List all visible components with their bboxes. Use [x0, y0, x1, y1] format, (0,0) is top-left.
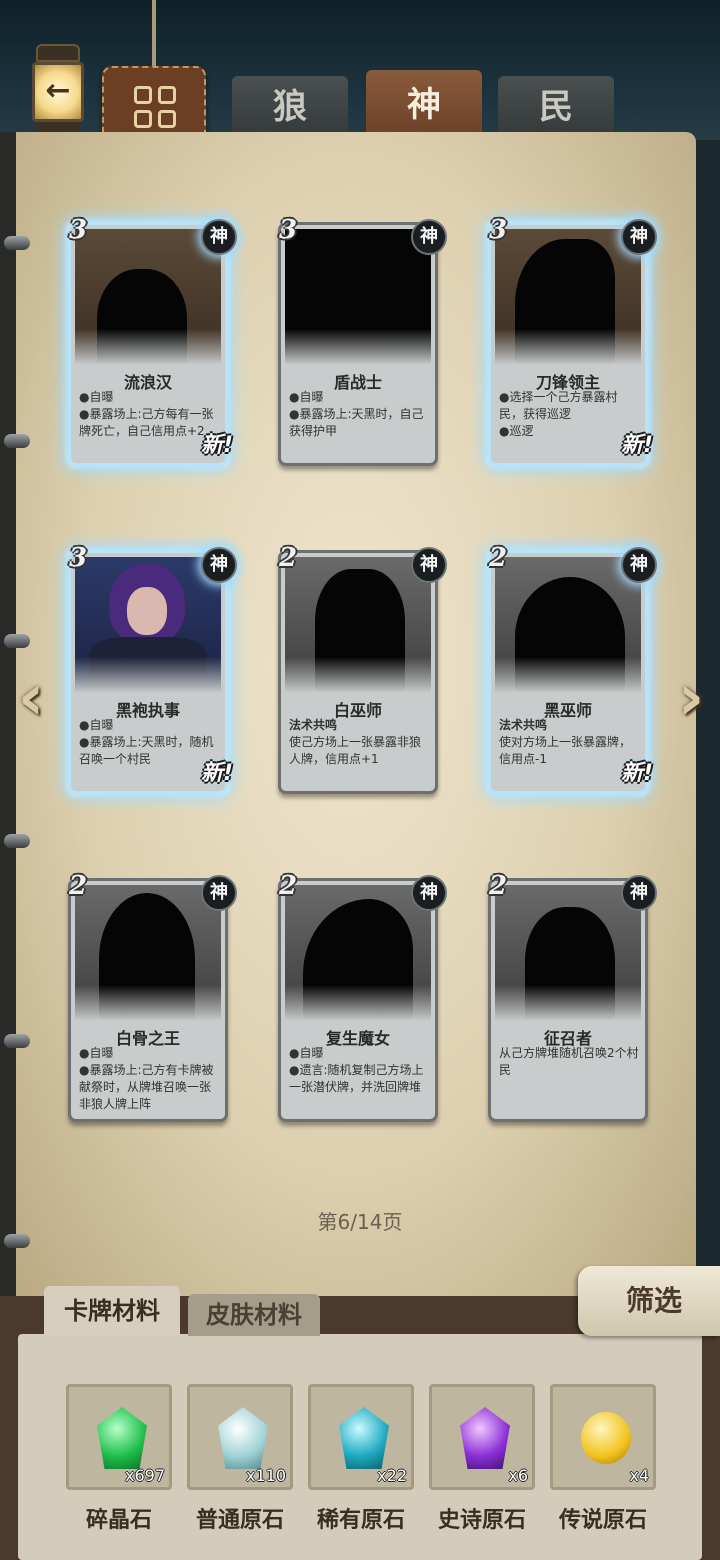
material-count: x4: [629, 1466, 649, 1485]
card-description: ●自曝 ●暴露场上:天黑时，自己获得护甲: [289, 390, 424, 438]
material-name: 稀有原石: [316, 1508, 405, 1533]
purple-gem-icon: [460, 1407, 510, 1469]
card-bone-king[interactable]: 2 神 白骨之王 ●自曝 ●暴露场上:己方有卡牌被献祭时，从牌堆召唤一张非狼人牌上…: [68, 871, 237, 1122]
material-name: 普通原石: [195, 1508, 284, 1533]
back-button[interactable]: ←: [26, 44, 90, 136]
card-art: [285, 885, 431, 1021]
new-badge: 新!: [620, 433, 653, 458]
material-name: 传说原石: [558, 1508, 647, 1533]
cost-badge: 2: [278, 543, 298, 573]
material-rare-ore[interactable]: x22 稀有原石: [308, 1384, 414, 1534]
faction-badge: 神: [411, 547, 447, 583]
material-legendary-ore[interactable]: x4 传说原石: [550, 1384, 656, 1534]
binder-ring: [4, 1034, 30, 1048]
card-wanderer[interactable]: 3 神 流浪汉 ●自曝 ●暴露场上:己方每有一张牌死亡，自己信用点+2 新!: [68, 215, 237, 466]
page-indicator: 第6/14页: [317, 1210, 403, 1234]
binder-ring: [4, 634, 30, 648]
card-description: ●自曝 ●暴露场上:己方有卡牌被献祭时，从牌堆召唤一张非狼人牌上阵: [79, 1046, 214, 1111]
cost-badge: 2: [488, 543, 508, 573]
cost-badge: 3: [488, 215, 508, 245]
card-art: [495, 229, 641, 365]
card-shield-warrior[interactable]: 3 神 盾战士 ●自曝 ●暴露场上:天黑时，自己获得护甲: [278, 215, 447, 466]
cost-badge: 2: [68, 871, 88, 901]
gold-gem-icon: [581, 1411, 631, 1465]
pale-blue-gem-icon: [218, 1407, 268, 1469]
cost-badge: 3: [68, 543, 88, 573]
material-epic-ore[interactable]: x6 史诗原石: [429, 1384, 535, 1534]
material-name: 碎晶石: [85, 1508, 152, 1533]
cost-badge: 3: [278, 215, 298, 245]
binder-ring: [4, 236, 30, 250]
faction-badge: 神: [621, 547, 657, 583]
card-description: ●选择一个己方暴露村民，获得巡逻 ●巡逻: [499, 390, 618, 438]
faction-badge: 神: [621, 219, 657, 255]
card-blade-lord[interactable]: 3 神 刀锋领主 ●选择一个己方暴露村民，获得巡逻 ●巡逻 新!: [488, 215, 657, 466]
material-count: x110: [245, 1466, 286, 1485]
card-black-robe-deacon[interactable]: 3 神 黑袍执事 ●自曝 ●暴露场上:天黑时，随机召唤一个村民 新!: [68, 543, 237, 794]
card-art: [285, 229, 431, 365]
card-summoner[interactable]: 2 神 征召者 从己方牌堆随机召唤2个村民: [488, 871, 657, 1122]
card-art: [495, 885, 641, 1021]
card-description: ●自曝 ●暴露场上:己方每有一张牌死亡，自己信用点+2: [79, 390, 214, 438]
binder-ring: [4, 834, 30, 848]
faction-badge: 神: [411, 219, 447, 255]
faction-badge: 神: [621, 875, 657, 911]
card-description: 法术共鸣 使对方场上一张暴露牌，信用点-1: [499, 718, 632, 766]
card-art: [495, 557, 641, 693]
new-badge: 新!: [620, 761, 653, 786]
tab-villager[interactable]: 民: [498, 76, 614, 138]
material-count: x697: [124, 1466, 165, 1485]
new-badge: 新!: [200, 433, 233, 458]
card-description: 法术共鸣 使己方场上一张暴露非狼人牌，信用点+1: [289, 718, 422, 766]
card-description: 从己方牌堆随机召唤2个村民: [499, 1046, 639, 1077]
cost-badge: 2: [278, 871, 298, 901]
teal-gem-icon: [339, 1407, 389, 1469]
binder-ring: [4, 434, 30, 448]
card-art: [75, 229, 221, 365]
faction-badge: 神: [201, 547, 237, 583]
material-shard-crystal[interactable]: x697 碎晶石: [66, 1384, 172, 1534]
grid-icon: [134, 86, 176, 128]
card-art-portrait: [75, 557, 221, 693]
card-art: [285, 557, 431, 693]
material-count: x22: [377, 1466, 407, 1485]
filter-button[interactable]: 筛选: [578, 1266, 720, 1336]
card-black-wizard[interactable]: 2 神 黑巫师 法术共鸣 使对方场上一张暴露牌，信用点-1 新!: [488, 543, 657, 794]
tab-card-materials[interactable]: 卡牌材料: [44, 1286, 180, 1336]
tab-wolf[interactable]: 狼: [232, 76, 348, 138]
back-arrow-icon: ←: [45, 73, 71, 108]
card-revival-witch[interactable]: 2 神 复生魔女 ●自曝 ●遗言:随机复制己方场上一张潜伏牌，并洗回牌堆: [278, 871, 447, 1122]
card-description: ●自曝 ●遗言:随机复制己方场上一张潜伏牌，并洗回牌堆: [289, 1046, 424, 1094]
tab-skin-materials[interactable]: 皮肤材料: [188, 1294, 320, 1336]
faction-badge: 神: [201, 219, 237, 255]
binder-ring: [4, 1234, 30, 1248]
material-count: x6: [508, 1466, 528, 1485]
new-badge: 新!: [200, 761, 233, 786]
green-gem-icon: [97, 1407, 147, 1469]
card-art: [75, 885, 221, 1021]
material-common-ore[interactable]: x110 普通原石: [187, 1384, 293, 1534]
card-white-wizard[interactable]: 2 神 白巫师 法术共鸣 使己方场上一张暴露非狼人牌，信用点+1: [278, 543, 447, 794]
prev-page-arrow-icon[interactable]: ‹: [4, 660, 58, 736]
hanging-chain: [152, 0, 156, 68]
faction-badge: 神: [201, 875, 237, 911]
next-page-arrow-icon[interactable]: ›: [664, 660, 718, 736]
material-name: 史诗原石: [437, 1508, 526, 1533]
faction-badge: 神: [411, 875, 447, 911]
tab-god[interactable]: 神: [366, 70, 482, 140]
card-description: ●自曝 ●暴露场上:天黑时，随机召唤一个村民: [79, 718, 214, 766]
cost-badge: 3: [68, 215, 88, 245]
cost-badge: 2: [488, 871, 508, 901]
